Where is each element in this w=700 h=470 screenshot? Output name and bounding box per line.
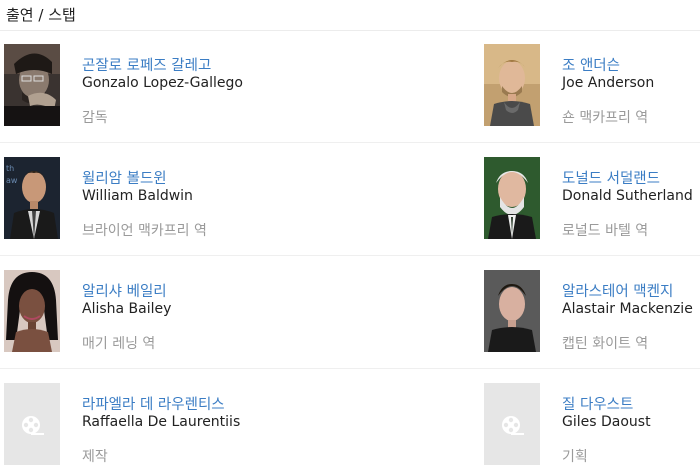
cast-role: 감독 (82, 110, 108, 126)
cast-name-english: Raffaella De Laurentiis (82, 414, 241, 430)
portrait-photo[interactable] (4, 270, 60, 352)
svg-text:th: th (6, 164, 14, 173)
cast-name-korean[interactable]: 곤잘로 로페즈 갈레고 (82, 54, 211, 75)
svg-text:aw: aw (6, 176, 18, 185)
cast-name-english: Alisha Bailey (82, 301, 172, 317)
cast-role: 숀 맥카프리 역 (562, 110, 649, 126)
cast-card[interactable]: 조 앤더슨 Joe Anderson 숀 맥카프리 역 (484, 44, 700, 126)
row-divider (0, 368, 700, 369)
section-divider (0, 30, 700, 31)
cast-name-english: Giles Daoust (562, 414, 651, 430)
row-divider (0, 255, 700, 256)
cast-card[interactable]: th aw 윌리암 볼드윈 William Baldwin 브라이언 맥카프리 … (4, 157, 234, 239)
section-title: 출연 / 스탭 (6, 6, 76, 24)
portrait-photo[interactable] (484, 44, 540, 126)
cast-name-korean[interactable]: 라파엘라 데 라우렌티스 (82, 393, 225, 414)
cast-role: 기획 (562, 449, 588, 465)
portrait-photo[interactable] (484, 157, 540, 239)
cast-card[interactable]: 도널드 서덜랜드 Donald Sutherland 로널드 바텔 역 (484, 157, 700, 239)
cast-name-korean[interactable]: 질 다우스트 (562, 393, 633, 414)
cast-name-english: Joe Anderson (562, 75, 655, 91)
cast-role: 브라이언 맥카프리 역 (82, 223, 207, 239)
cast-role: 제작 (82, 449, 108, 465)
photo-placeholder[interactable] (4, 383, 60, 465)
cast-name-english: Donald Sutherland (562, 188, 693, 204)
portrait-photo[interactable]: th aw (4, 157, 60, 239)
portrait-photo[interactable] (484, 270, 540, 352)
row-divider (0, 142, 700, 143)
cast-name-korean[interactable]: 알리샤 베일리 (82, 280, 167, 301)
portrait-photo[interactable] (4, 44, 60, 126)
cast-card[interactable]: 알리샤 베일리 Alisha Bailey 매기 레닝 역 (4, 270, 234, 352)
film-reel-placeholder-icon (484, 383, 540, 465)
cast-name-english: William Baldwin (82, 188, 193, 204)
cast-card[interactable]: 라파엘라 데 라우렌티스 Raffaella De Laurentiis 제작 (4, 383, 240, 465)
cast-name-korean[interactable]: 윌리암 볼드윈 (82, 167, 167, 188)
cast-name-korean[interactable]: 알라스테어 맥켄지 (562, 280, 673, 301)
cast-name-english: Alastair Mackenzie (562, 301, 693, 317)
cast-role: 로널드 바텔 역 (562, 223, 649, 239)
cast-name-english: Gonzalo Lopez-Gallego (82, 75, 243, 91)
cast-card[interactable]: 알라스테어 맥켄지 Alastair Mackenzie 캡틴 화이트 역 (484, 270, 700, 352)
cast-role: 매기 레닝 역 (82, 336, 156, 352)
cast-card[interactable]: 곤잘로 로페즈 갈레고 Gonzalo Lopez-Gallego 감독 (4, 44, 243, 126)
cast-role: 캡틴 화이트 역 (562, 336, 649, 352)
cast-name-korean[interactable]: 조 앤더슨 (562, 54, 620, 75)
film-reel-placeholder-icon (4, 383, 60, 465)
cast-name-korean[interactable]: 도널드 서덜랜드 (562, 167, 660, 188)
cast-card[interactable]: 질 다우스트 Giles Daoust 기획 (484, 383, 700, 465)
photo-placeholder[interactable] (484, 383, 540, 465)
